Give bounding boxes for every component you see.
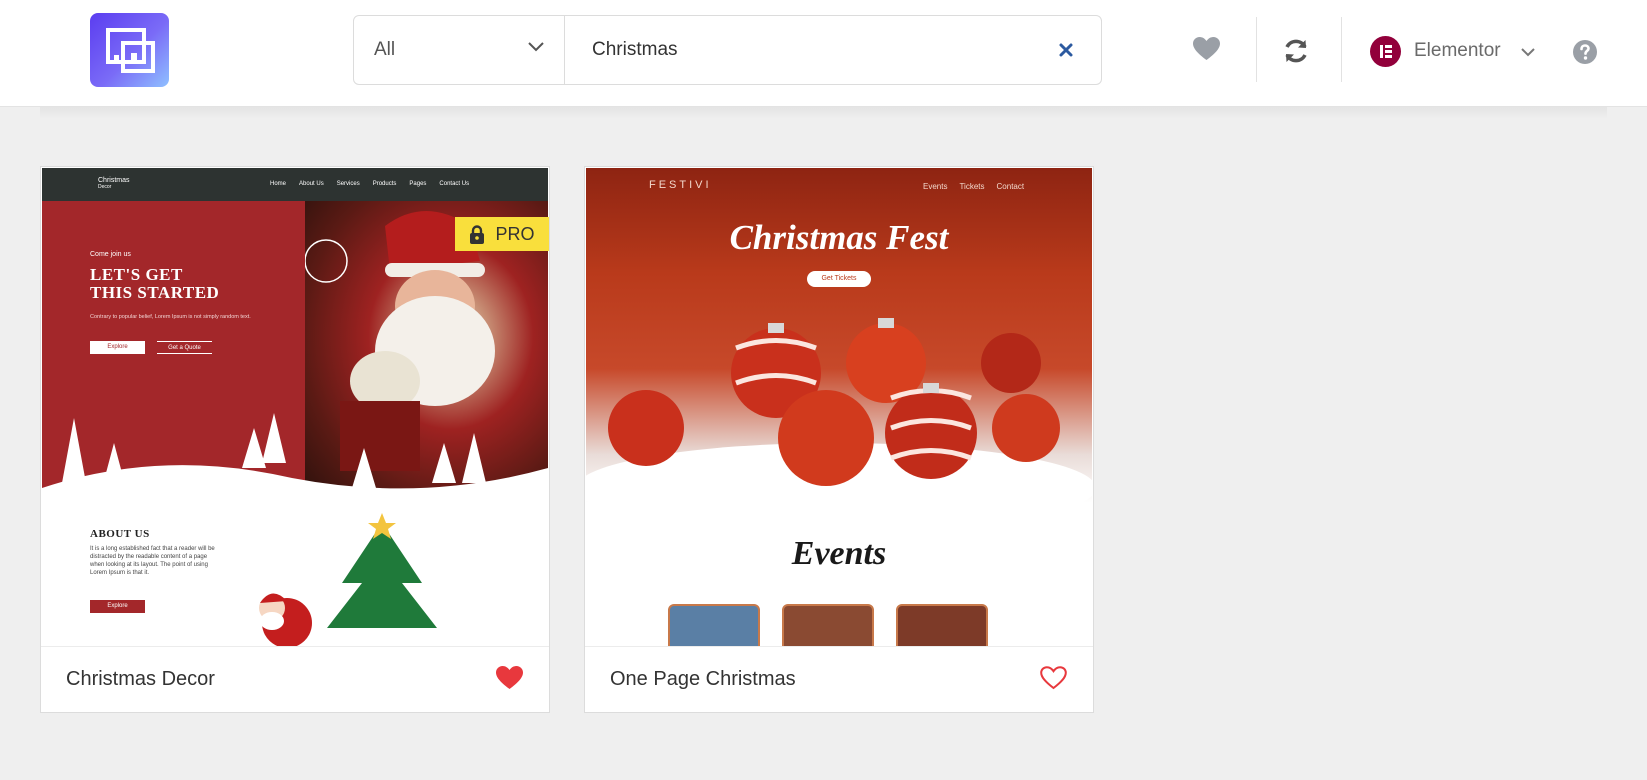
preview-menu: Events Tickets Contact bbox=[923, 182, 1025, 191]
preview-ornaments bbox=[586, 318, 1092, 508]
header-divider bbox=[1256, 17, 1257, 82]
preview-event-card bbox=[896, 604, 988, 646]
preview-brand: FESTIVI bbox=[649, 179, 712, 191]
preview-quote-button: Get a Quote bbox=[157, 341, 212, 354]
template-preview[interactable]: FESTIVI Events Tickets Contact Christmas… bbox=[586, 168, 1092, 646]
card-footer: One Page Christmas bbox=[585, 646, 1093, 712]
builder-label: Elementor bbox=[1414, 40, 1501, 61]
preview-about-button: Explore bbox=[90, 600, 145, 613]
template-card[interactable]: Christmas Decor Home About Us Services P… bbox=[40, 166, 550, 713]
template-title: One Page Christmas bbox=[610, 668, 796, 690]
preview-eyebrow: Come join us bbox=[90, 251, 131, 258]
preview-event-card bbox=[782, 604, 874, 646]
preview-heading: LET'S GET THIS STARTED bbox=[90, 265, 220, 302]
search-bar: All bbox=[353, 15, 1102, 85]
preview-logo: Christmas Decor bbox=[98, 177, 130, 190]
category-filter-select[interactable]: All bbox=[354, 16, 565, 84]
builder-selector[interactable]: Elementor bbox=[1370, 34, 1535, 68]
preview-navbar: Christmas Decor Home About Us Services P… bbox=[42, 168, 548, 201]
search-input[interactable] bbox=[566, 16, 1046, 84]
header-divider bbox=[1341, 17, 1342, 82]
elementor-icon bbox=[1370, 35, 1401, 67]
preview-section-title: Events bbox=[791, 535, 887, 572]
pro-label: PRO bbox=[495, 223, 535, 244]
snow-trees-divider bbox=[42, 413, 548, 508]
preview-paragraph: Contrary to popular belief, Lorem Ipsum … bbox=[90, 314, 251, 320]
preview-title: Christmas Fest bbox=[729, 218, 949, 257]
preview-about-text: It is a long established fact that a rea… bbox=[90, 546, 215, 576]
chevron-down-icon bbox=[1520, 47, 1535, 56]
top-header: All Elementor bbox=[0, 0, 1647, 107]
preview-about-heading: ABOUT US bbox=[90, 528, 150, 540]
template-library-logo-icon[interactable] bbox=[90, 13, 169, 87]
heart-filled-icon[interactable] bbox=[496, 666, 523, 690]
lock-icon bbox=[470, 224, 485, 244]
heart-outline-icon[interactable] bbox=[1040, 666, 1067, 690]
preview-event-card bbox=[668, 604, 760, 646]
question-circle-icon[interactable] bbox=[1573, 40, 1597, 64]
category-filter-value: All bbox=[374, 39, 396, 60]
sync-icon[interactable] bbox=[1283, 38, 1309, 64]
close-icon[interactable] bbox=[1057, 41, 1075, 59]
preview-tree-illustration bbox=[259, 513, 437, 646]
template-card[interactable]: FESTIVI Events Tickets Contact Christmas… bbox=[584, 166, 1094, 713]
pro-badge: PRO bbox=[455, 217, 549, 251]
template-title: Christmas Decor bbox=[66, 668, 215, 690]
header-shadow bbox=[40, 107, 1607, 119]
card-footer: Christmas Decor bbox=[41, 646, 549, 712]
preview-menu: Home About Us Services Products Pages Co… bbox=[270, 181, 470, 187]
chevron-down-icon bbox=[528, 42, 544, 52]
preview-explore-button: Explore bbox=[90, 341, 145, 354]
preview-cta-button: Get Tickets bbox=[807, 271, 871, 287]
heart-icon[interactable] bbox=[1193, 37, 1220, 61]
